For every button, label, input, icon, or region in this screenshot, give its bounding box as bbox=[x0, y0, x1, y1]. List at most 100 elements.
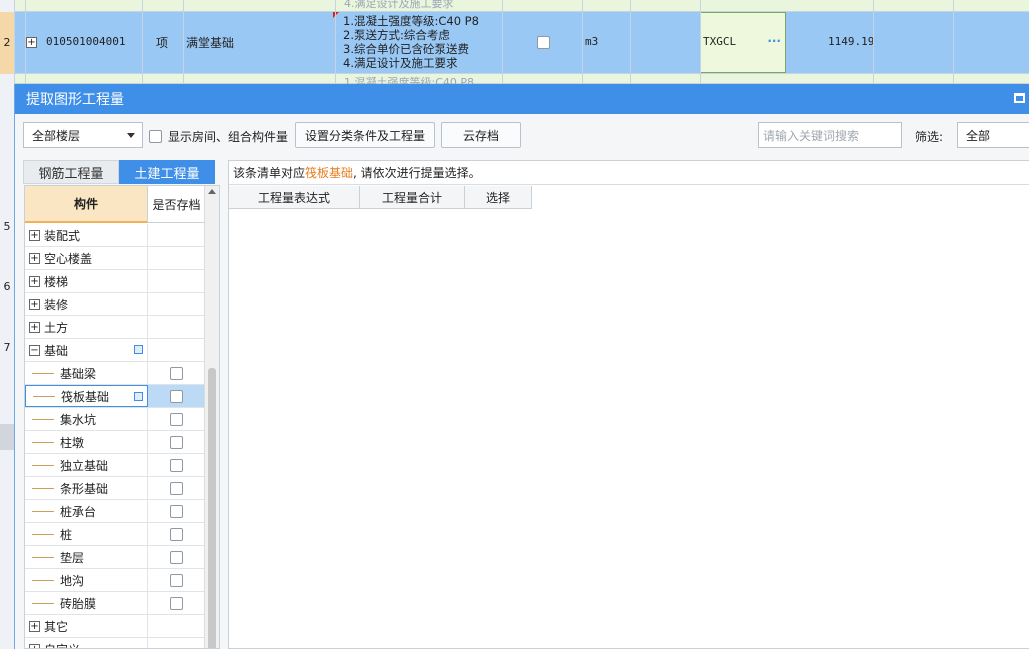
quantity-table-header: 工程量表达式 工程量合计 选择 bbox=[229, 186, 532, 209]
table-row-selected[interactable]: 2 + 010501004001 项 满堂基础 1.混凝土强度等级:C40 P8… bbox=[0, 12, 1029, 74]
more-button[interactable]: ··· bbox=[767, 34, 781, 48]
tree-label-cell[interactable]: 集水坑 bbox=[25, 408, 148, 430]
tree-group-row[interactable]: + 自定义 bbox=[25, 638, 205, 648]
tree-group-row[interactable]: + 土方 bbox=[25, 316, 205, 339]
item-unit: m3 bbox=[585, 35, 599, 48]
tree-leaf-row[interactable]: 筏板基础 bbox=[25, 385, 205, 408]
tree-label-cell[interactable]: + 自定义 bbox=[25, 638, 148, 648]
expand-icon[interactable]: + bbox=[26, 37, 37, 48]
column-header-archived[interactable]: 是否存档 bbox=[148, 186, 205, 223]
tree-label-cell[interactable]: + 土方 bbox=[25, 316, 148, 338]
tree-label-cell[interactable]: 柱墩 bbox=[25, 431, 148, 453]
tree-leaf-row[interactable]: 独立基础 bbox=[25, 454, 205, 477]
archive-checkbox[interactable] bbox=[170, 504, 183, 518]
tab-rebar-quantity[interactable]: 钢筋工程量 bbox=[23, 160, 119, 184]
tree-label-cell[interactable]: 基础梁 bbox=[25, 362, 148, 384]
floor-select[interactable]: 全部楼层 bbox=[23, 122, 143, 148]
scrollbar[interactable] bbox=[0, 424, 14, 450]
item-type: 项 bbox=[156, 36, 169, 50]
tree-label-cell[interactable]: 条形基础 bbox=[25, 477, 148, 499]
row-number: 6 bbox=[3, 280, 11, 293]
info-text: 该条清单对应 bbox=[233, 166, 306, 180]
column-header-total[interactable]: 工程量合计 bbox=[360, 186, 465, 209]
row-checkbox[interactable] bbox=[537, 36, 550, 49]
archive-checkbox[interactable] bbox=[170, 366, 183, 380]
cloud-archive-button[interactable]: 云存档 bbox=[441, 122, 521, 148]
archive-cell bbox=[148, 247, 205, 269]
tree-leaf-row[interactable]: 条形基础 bbox=[25, 477, 205, 500]
show-rooms-checkbox[interactable] bbox=[149, 130, 162, 143]
filter-select[interactable]: 全部 bbox=[957, 122, 1029, 148]
tree-label-cell[interactable]: 砖胎膜 bbox=[25, 592, 148, 614]
expand-icon[interactable]: + bbox=[29, 252, 40, 264]
tree-label-cell[interactable]: 筏板基础 bbox=[25, 385, 148, 407]
copy-icon[interactable] bbox=[134, 392, 143, 401]
archive-checkbox[interactable] bbox=[170, 481, 183, 495]
tree-leaf-row[interactable]: 桩承台 bbox=[25, 500, 205, 523]
tree-group-row[interactable]: − 基础 bbox=[25, 339, 205, 362]
tree-label-cell[interactable]: − 基础 bbox=[25, 339, 148, 361]
column-header-select[interactable]: 选择 bbox=[465, 186, 532, 209]
expand-icon[interactable]: + bbox=[29, 298, 40, 310]
tree-leaf-row[interactable]: 集水坑 bbox=[25, 408, 205, 431]
archive-checkbox[interactable] bbox=[170, 435, 183, 449]
tree-label-cell[interactable]: + 楼梯 bbox=[25, 270, 148, 292]
tree-label-cell[interactable]: + 空心楼盖 bbox=[25, 247, 148, 269]
scroll-up-icon[interactable] bbox=[208, 189, 216, 194]
archive-checkbox[interactable] bbox=[170, 412, 183, 426]
tree-group-row[interactable]: + 装配式 bbox=[25, 224, 205, 247]
tree-group-row[interactable]: + 楼梯 bbox=[25, 270, 205, 293]
table-row[interactable]: 4.满足设计及施工要求 bbox=[0, 0, 1029, 12]
expand-icon[interactable]: + bbox=[29, 620, 40, 632]
archive-checkbox[interactable] bbox=[170, 596, 183, 610]
scroll-thumb[interactable] bbox=[208, 368, 216, 648]
table-row[interactable]: 3 1.混凝土强度等级:C40 P8 bbox=[0, 74, 1029, 103]
maximize-icon[interactable] bbox=[1014, 93, 1025, 103]
expand-icon[interactable]: + bbox=[29, 229, 40, 241]
tree-leaf-row[interactable]: 桩 bbox=[25, 523, 205, 546]
tree-label-cell[interactable]: + 其它 bbox=[25, 615, 148, 637]
tree-label-cell[interactable]: 地沟 bbox=[25, 569, 148, 591]
tree-item-label: 柱墩 bbox=[60, 435, 85, 450]
archive-cell bbox=[148, 431, 205, 453]
archive-checkbox[interactable] bbox=[170, 458, 183, 472]
expand-icon[interactable]: + bbox=[29, 643, 40, 648]
tree-label-cell[interactable]: + 装配式 bbox=[25, 224, 148, 246]
tree-leaf-row[interactable]: 基础梁 bbox=[25, 362, 205, 385]
archive-checkbox[interactable] bbox=[170, 573, 183, 587]
chevron-down-icon bbox=[127, 133, 135, 138]
archive-checkbox[interactable] bbox=[170, 389, 183, 403]
column-header-expression[interactable]: 工程量表达式 bbox=[229, 186, 360, 209]
tree-label-cell[interactable]: 桩承台 bbox=[25, 500, 148, 522]
tree-leaf-row[interactable]: 砖胎膜 bbox=[25, 592, 205, 615]
tree-leaf-row[interactable]: 垫层 bbox=[25, 546, 205, 569]
column-header-component[interactable]: 构件 bbox=[25, 186, 148, 223]
expand-icon[interactable]: + bbox=[29, 321, 40, 333]
show-rooms-toggle[interactable]: 显示房间、组合构件量 bbox=[149, 128, 288, 145]
collapse-icon[interactable]: − bbox=[29, 344, 40, 356]
dialog-titlebar[interactable]: 提取图形工程量 bbox=[15, 84, 1029, 114]
expression-cell[interactable]: TXGCL ··· bbox=[700, 12, 786, 73]
expand-icon[interactable]: + bbox=[29, 275, 40, 287]
tree-leaf-row[interactable]: 地沟 bbox=[25, 569, 205, 592]
tree-label-cell[interactable]: 独立基础 bbox=[25, 454, 148, 476]
feature-line: 1.混凝土强度等级:C40 P8 bbox=[343, 14, 479, 28]
copy-icon[interactable] bbox=[134, 345, 143, 354]
quantity-panel: 该条清单对应 筏板基础, 请依次进行提量选择。 工程量表达式 工程量合计 选择 bbox=[228, 160, 1029, 649]
tree-group-row[interactable]: + 装修 bbox=[25, 293, 205, 316]
vertical-scrollbar[interactable] bbox=[204, 186, 219, 648]
expression-text: TXGCL bbox=[703, 35, 737, 48]
set-conditions-button[interactable]: 设置分类条件及工程量 bbox=[295, 122, 435, 148]
archive-checkbox[interactable] bbox=[170, 550, 183, 564]
tree-leaf-row[interactable]: 柱墩 bbox=[25, 431, 205, 454]
tree-item-label: 空心楼盖 bbox=[44, 251, 93, 266]
search-input[interactable]: 请输入关键词搜索 bbox=[758, 122, 902, 148]
tree-group-row[interactable]: + 其它 bbox=[25, 615, 205, 638]
tree-group-row[interactable]: + 空心楼盖 bbox=[25, 247, 205, 270]
extract-quantity-dialog: 提取图形工程量 全部楼层 显示房间、组合构件量 设置分类条件及工程量 云存档 请… bbox=[14, 84, 1029, 649]
tree-label-cell[interactable]: + 装修 bbox=[25, 293, 148, 315]
tree-label-cell[interactable]: 垫层 bbox=[25, 546, 148, 568]
tab-civil-quantity[interactable]: 土建工程量 bbox=[119, 160, 215, 184]
tree-label-cell[interactable]: 桩 bbox=[25, 523, 148, 545]
archive-checkbox[interactable] bbox=[170, 527, 183, 541]
